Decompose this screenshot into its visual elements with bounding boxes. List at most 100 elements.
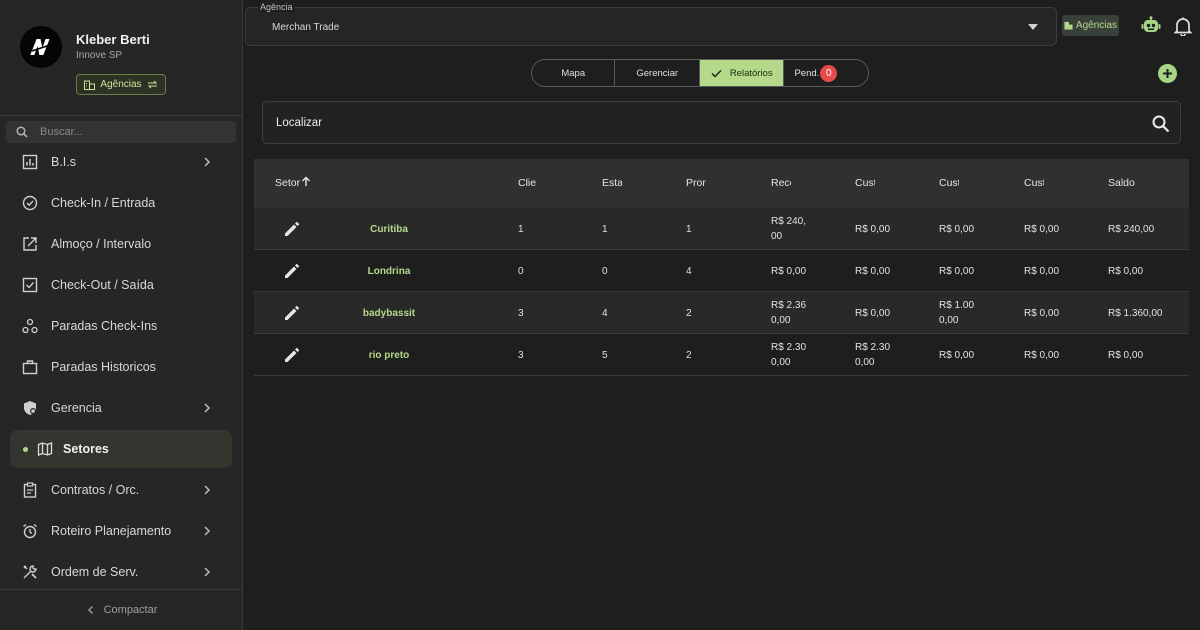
top-bar: Agência Merchan Trade Agências: [243, 0, 1200, 48]
cell-value: R$ 0,00: [855, 266, 891, 277]
table-row[interactable]: Curitiba 1 1 1 R$ 240, 00 R$ 0,00 R$ 0,00…: [254, 208, 1189, 250]
tab-pendentes[interactable]: Pend. 0: [784, 60, 868, 86]
chart-icon: [22, 154, 38, 170]
tab-label: Gerenciar: [636, 67, 679, 79]
cell-value: R$ 0,00: [1024, 350, 1060, 361]
external-link-icon: [23, 237, 37, 251]
cell-value: 4: [602, 308, 608, 319]
column-header[interactable]: Cust: [855, 177, 875, 189]
column-header[interactable]: Cust: [1024, 177, 1044, 189]
chevron-right-icon: [204, 485, 211, 495]
sidebar-item-label: Roteiro Planejamento: [51, 524, 172, 538]
column-header[interactable]: Rece: [771, 177, 791, 189]
sidebar-item-label: Setores: [63, 442, 109, 456]
sidebar-item-label: Check-In / Entrada: [51, 196, 156, 210]
shield-icon: [24, 401, 36, 415]
sidebar-item-ordem-serv[interactable]: Ordem de Serv.: [10, 553, 232, 589]
edit-pencil-icon[interactable]: [283, 346, 301, 364]
sort-arrow-up-icon[interactable]: [301, 176, 311, 187]
compact-label: Compactar: [103, 604, 158, 616]
edit-pencil-icon[interactable]: [283, 220, 301, 238]
sidebar-item-paradas-historicos[interactable]: Paradas Historicos: [10, 348, 232, 386]
assistant-button[interactable]: [1141, 16, 1161, 36]
sidebar-item-paradas-check-ins[interactable]: Paradas Check-Ins: [10, 307, 232, 345]
cell-value: R$ 0,00: [855, 224, 891, 235]
cell-value: R$ 1.360,00: [1108, 308, 1163, 319]
sector-name[interactable]: Londrina: [334, 264, 444, 279]
table-row[interactable]: badybassit 3 4 2 R$ 2.36 0,00 R$ 0,00 R$ …: [254, 292, 1189, 334]
chevron-right-icon: [204, 567, 211, 577]
sidebar-item-bis[interactable]: B.I.s: [10, 145, 232, 181]
sidebar-item-label: Almoço / Intervalo: [51, 237, 152, 251]
caret-down-icon: [1028, 24, 1038, 30]
chevron-left-icon: [87, 606, 93, 614]
building-icon: [84, 80, 96, 90]
sector-name[interactable]: Curitiba: [334, 222, 444, 237]
notifications-button[interactable]: [1173, 16, 1193, 37]
cell-value: R$ 0,00: [1024, 308, 1060, 319]
brand-logo: [20, 26, 62, 68]
sidebar-item-almoco[interactable]: Almoço / Intervalo: [10, 225, 232, 263]
cell-value: 2: [686, 308, 692, 319]
sidebar-search-input[interactable]: Buscar...: [6, 121, 236, 143]
column-header[interactable]: Esta: [602, 177, 622, 189]
cell-value: R$ 240,00: [771, 216, 807, 242]
edit-pencil-icon[interactable]: [283, 304, 301, 322]
cell-value: 0: [518, 266, 524, 277]
sidebar-item-check-in[interactable]: Check-In / Entrada: [10, 184, 232, 222]
sector-name[interactable]: rio preto: [334, 348, 444, 363]
agencias-button-label: Agências: [1075, 20, 1118, 31]
sidebar-item-label: Contratos / Orc.: [51, 483, 140, 497]
sector-name[interactable]: badybassit: [334, 306, 444, 321]
building-icon: [1064, 21, 1073, 30]
tab-gerenciar[interactable]: Gerenciar: [615, 60, 700, 86]
app: Kleber Berti Innove SP Agências Buscar..…: [0, 0, 1200, 630]
sidebar-item-label: Paradas Check-Ins: [51, 319, 158, 333]
table-row[interactable]: rio preto 3 5 2 R$ 2.30 0,00 R$ 2.30 0,00 …: [254, 334, 1189, 376]
switch-agency-button[interactable]: Agências: [76, 74, 166, 95]
sidebar-item-label: Ordem de Serv.: [51, 565, 139, 579]
cell-value: R$ 2.36 0,00: [771, 300, 807, 326]
bell-icon: [1173, 17, 1193, 37]
cell-value: 5: [602, 350, 608, 361]
column-header[interactable]: Clie: [518, 177, 538, 189]
find-input[interactable]: Localizar: [262, 101, 1181, 144]
briefcase-icon: [22, 360, 38, 375]
cell-value: R$ 0,00: [939, 266, 975, 277]
edit-pencil-icon[interactable]: [283, 262, 301, 280]
sidebar: Kleber Berti Innove SP Agências Buscar..…: [0, 0, 243, 630]
clipboard-icon: [23, 482, 37, 498]
tab-relatorios[interactable]: Relatórios: [699, 60, 785, 86]
column-header[interactable]: Saldo: [1108, 177, 1135, 189]
sidebar-item-roteiro[interactable]: Roteiro Planejamento: [10, 512, 232, 550]
column-header-setor[interactable]: Setor: [275, 177, 300, 189]
active-indicator: [23, 447, 28, 452]
table-header: Setor Clie Esta Pror Rece Cust Cust Cust…: [254, 159, 1189, 208]
tab-mapa[interactable]: Mapa: [532, 60, 616, 86]
cell-value: R$ 0,00: [1024, 224, 1060, 235]
chevron-right-icon: [204, 526, 211, 536]
column-header[interactable]: Pror: [686, 177, 706, 189]
compact-sidebar-button[interactable]: Compactar: [0, 589, 243, 630]
cell-value: R$ 0,00: [939, 224, 975, 235]
add-button[interactable]: [1158, 64, 1177, 83]
checkbox-icon: [22, 277, 38, 293]
profile-header: Kleber Berti Innove SP Agências: [0, 0, 243, 116]
search-placeholder: Buscar...: [40, 126, 83, 138]
agencias-button[interactable]: Agências: [1062, 15, 1119, 36]
sidebar-item-setores[interactable]: Setores: [10, 430, 232, 468]
tools-icon: [23, 565, 37, 579]
sidebar-item-contratos[interactable]: Contratos / Orc.: [10, 471, 232, 509]
graph-nodes-icon: [22, 318, 38, 334]
chevron-right-icon: [204, 157, 211, 167]
sidebar-item-gerencia[interactable]: Gerencia: [10, 389, 232, 427]
column-header[interactable]: Cust: [939, 177, 959, 189]
tab-label: Pend.: [794, 67, 820, 79]
cell-value: R$ 0,00: [1024, 266, 1060, 277]
map-icon: [37, 442, 53, 456]
search-icon[interactable]: [1151, 114, 1171, 134]
agency-select[interactable]: Agência Merchan Trade: [245, 2, 1057, 46]
sidebar-item-check-out[interactable]: Check-Out / Saída: [10, 266, 232, 304]
table-row[interactable]: Londrina 0 0 4 R$ 0,00 R$ 0,00 R$ 0,00 R…: [254, 250, 1189, 292]
sectors-table: Setor Clie Esta Pror Rece Cust Cust Cust…: [254, 159, 1189, 376]
